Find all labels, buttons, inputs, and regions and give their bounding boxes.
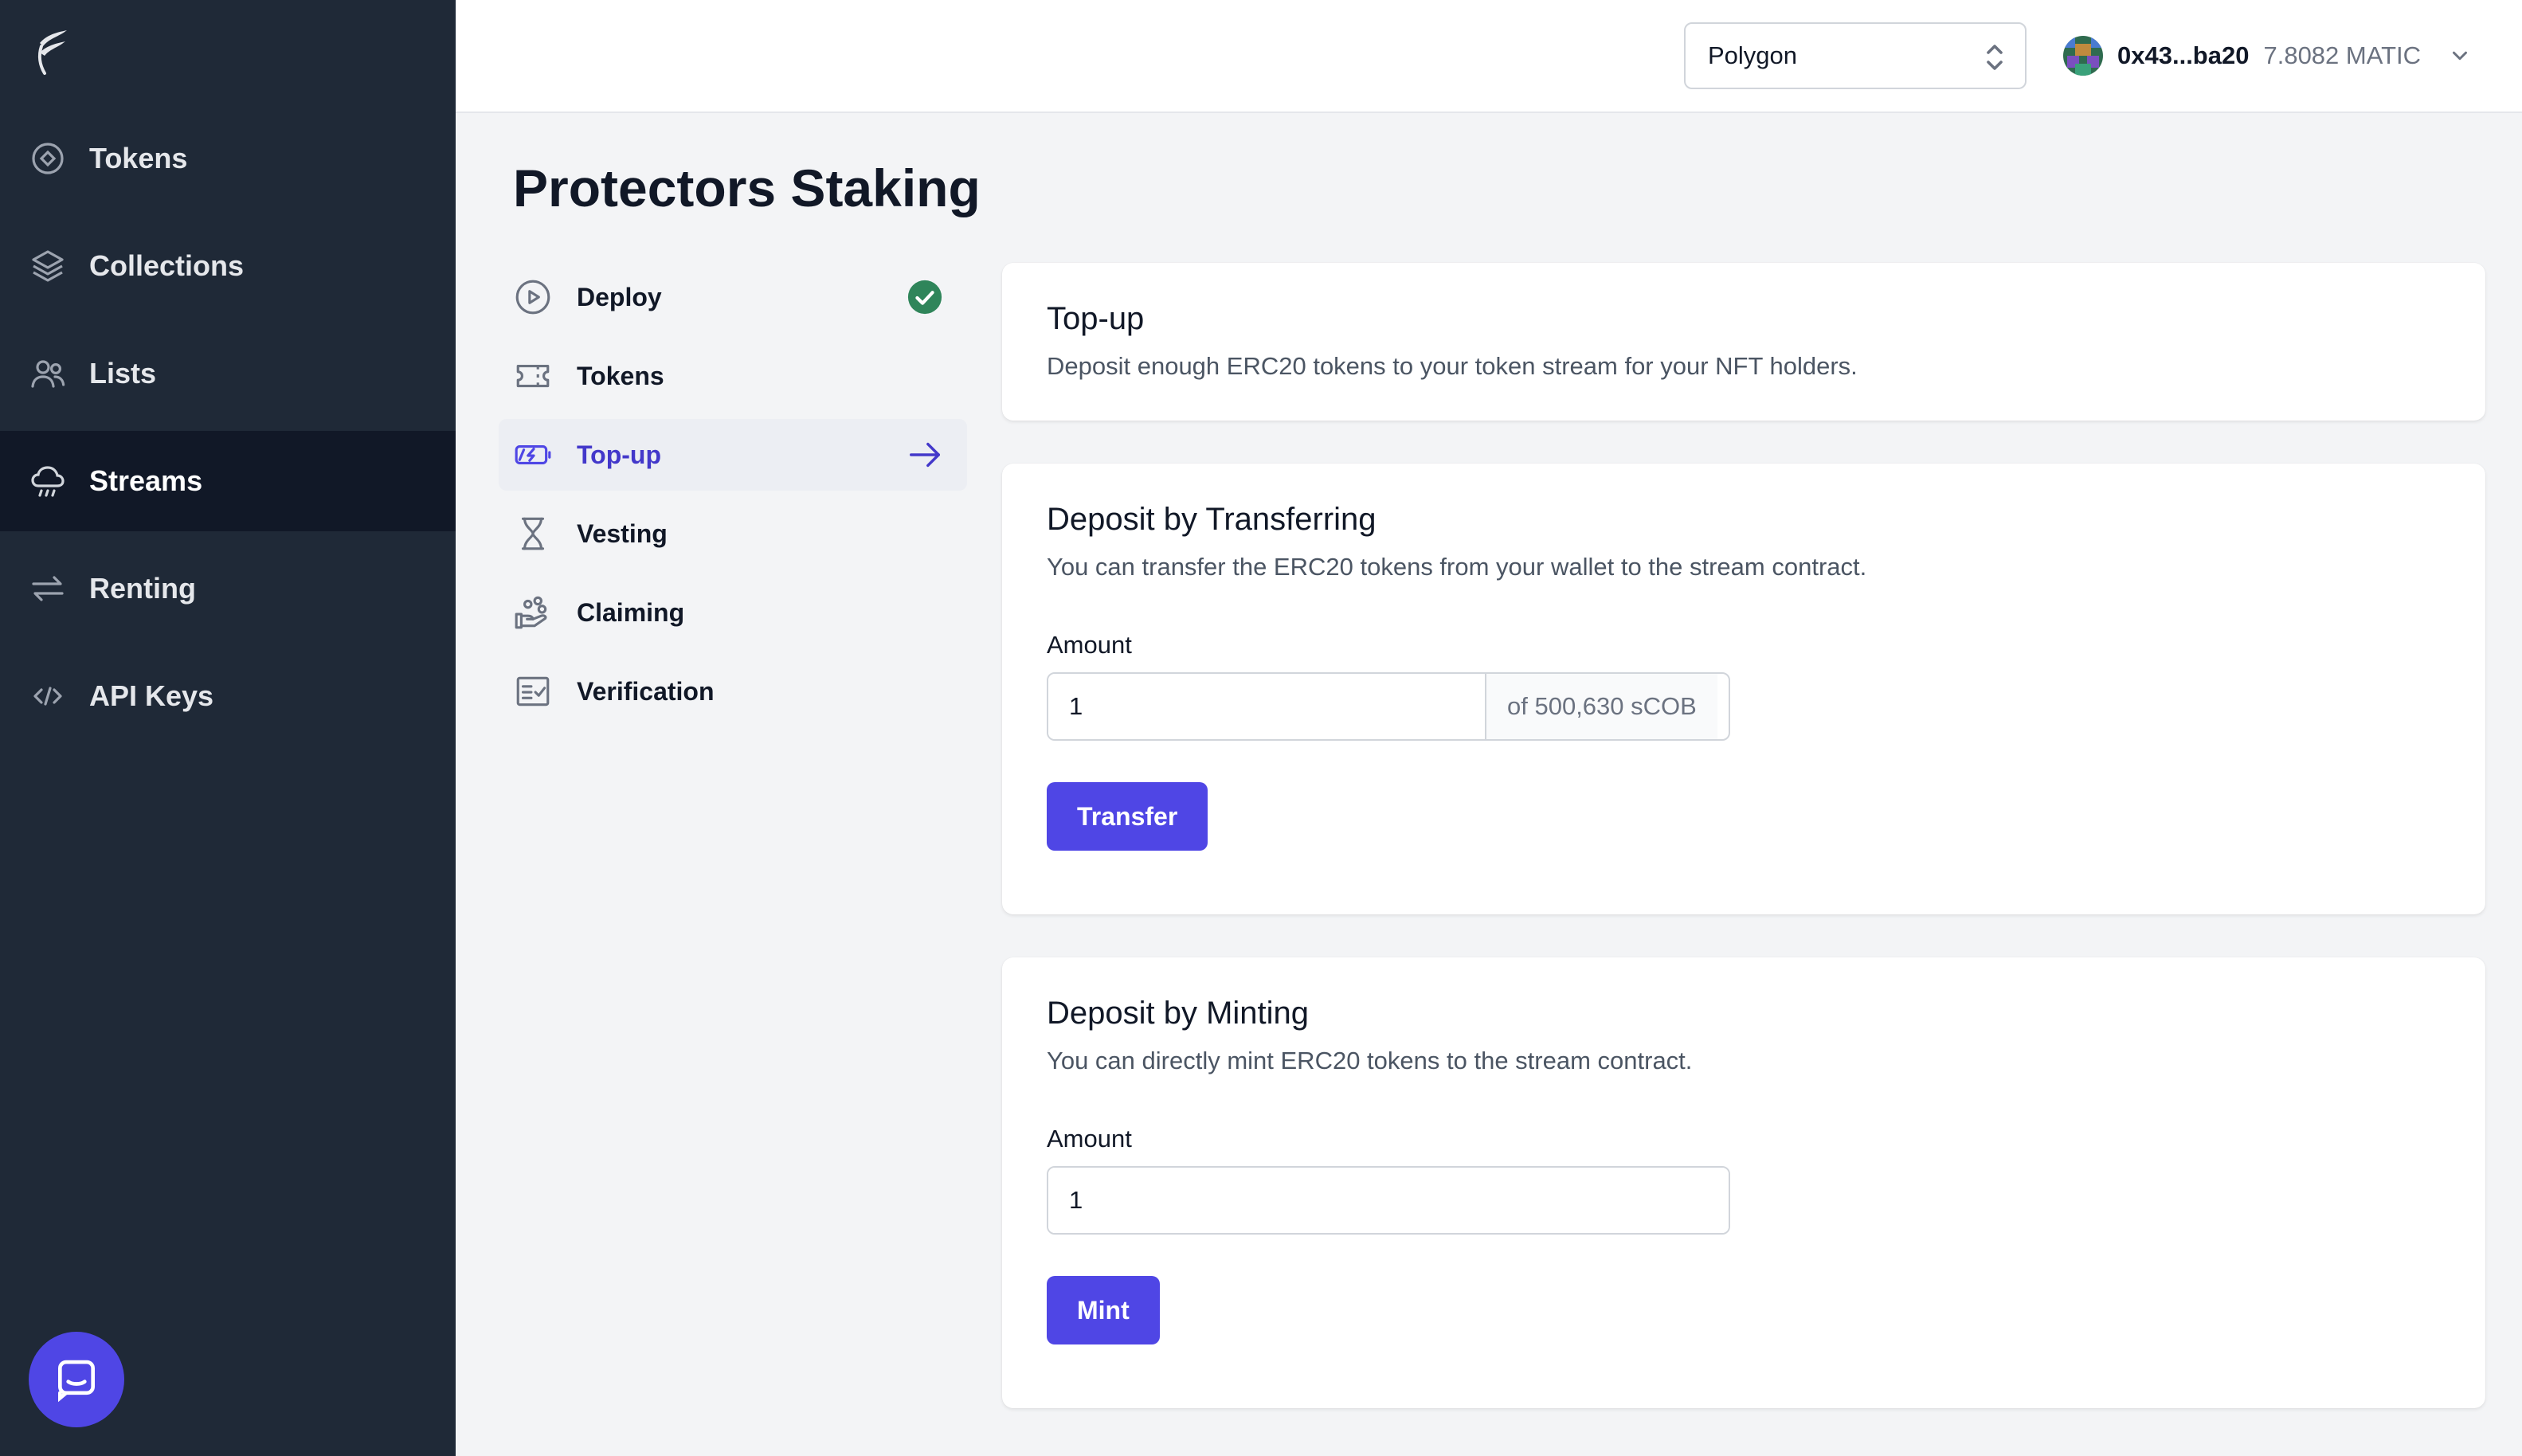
- sidebar-item-label: Lists: [89, 357, 157, 389]
- checklist-icon: [513, 671, 553, 711]
- wallet-balance: 7.8082 MATIC: [2263, 41, 2422, 69]
- mint-amount-group: [1047, 1166, 1730, 1235]
- sidebar-item-tokens[interactable]: Tokens: [0, 108, 456, 209]
- sidebar-item-label: API Keys: [89, 679, 214, 712]
- mint-amount-label: Amount: [1047, 1125, 1132, 1153]
- topbar: Polygon 0x43...ba20 7.8082 MATIC: [456, 0, 2522, 113]
- step-deploy[interactable]: Deploy: [499, 261, 967, 333]
- battery-charge-icon: [513, 435, 553, 475]
- sidebar-item-label: Tokens: [89, 142, 188, 174]
- topup-card: Top-up Deposit enough ERC20 tokens to yo…: [1002, 263, 2485, 421]
- arrows-swap-icon: [29, 569, 67, 608]
- transfer-amount-input[interactable]: [1048, 674, 1485, 739]
- step-claiming[interactable]: Claiming: [499, 577, 967, 648]
- code-icon: [29, 677, 67, 715]
- hand-coins-icon: [513, 593, 553, 632]
- step-label: Deploy: [577, 282, 662, 311]
- step-label: Verification: [577, 676, 715, 706]
- mint-amount-input[interactable]: [1048, 1168, 1729, 1233]
- page-title: Protectors Staking: [513, 159, 981, 217]
- hourglass-icon: [513, 514, 553, 554]
- step-vesting[interactable]: Vesting: [499, 498, 967, 569]
- transfer-amount-group: of 500,630 sCOB: [1047, 672, 1730, 741]
- transfer-description: You can transfer the ERC20 tokens from y…: [1047, 553, 1867, 581]
- step-label: Top-up: [577, 440, 662, 469]
- mint-description: You can directly mint ERC20 tokens to th…: [1047, 1047, 1693, 1074]
- sidebar: Tokens Collections Lists Streams Renting: [0, 0, 456, 1456]
- chevron-down-icon: [2453, 51, 2468, 61]
- step-top-up[interactable]: Top-up: [499, 419, 967, 491]
- topup-title: Top-up: [1047, 301, 1145, 336]
- mint-card: Deposit by Minting You can directly mint…: [1002, 957, 2485, 1408]
- arrow-right-icon: [910, 442, 940, 468]
- token-icon: [29, 139, 67, 178]
- token-balance-addon: of 500,630 sCOB: [1485, 674, 1717, 739]
- sidebar-item-streams[interactable]: Streams: [0, 431, 456, 531]
- sidebar-item-label: Streams: [89, 464, 203, 497]
- sidebar-item-collections[interactable]: Collections: [0, 216, 456, 316]
- steps-nav: Deploy Tokens Top-up Vesting Claiming Ve…: [499, 261, 967, 734]
- users-icon: [29, 354, 67, 393]
- transfer-button[interactable]: Transfer: [1047, 782, 1208, 851]
- wallet-address: 0x43...ba20: [2117, 41, 2250, 69]
- app-logo[interactable]: [32, 27, 73, 78]
- support-chat-button[interactable]: [29, 1332, 124, 1427]
- layers-icon: [29, 247, 67, 285]
- sidebar-item-renting[interactable]: Renting: [0, 538, 456, 639]
- step-label: Claiming: [577, 597, 685, 627]
- transfer-amount-label: Amount: [1047, 631, 1132, 659]
- chevron-up-down-icon: [1987, 45, 2003, 70]
- transfer-card: Deposit by Transferring You can transfer…: [1002, 464, 2485, 914]
- mint-title: Deposit by Minting: [1047, 996, 1310, 1031]
- wallet-avatar: [2063, 36, 2103, 76]
- step-label: Tokens: [577, 361, 664, 390]
- network-select[interactable]: Polygon: [1684, 22, 2027, 89]
- sidebar-item-label: Renting: [89, 572, 196, 605]
- wallet-menu[interactable]: 0x43...ba20 7.8082 MATIC: [2063, 33, 2472, 78]
- topup-description: Deposit enough ERC20 tokens to your toke…: [1047, 352, 1858, 380]
- network-select-value: Polygon: [1708, 41, 1798, 69]
- step-label: Vesting: [577, 519, 668, 548]
- step-verification[interactable]: Verification: [499, 656, 967, 727]
- sidebar-item-label: Collections: [89, 249, 245, 282]
- mint-button[interactable]: Mint: [1047, 1276, 1160, 1344]
- ticket-icon: [513, 356, 553, 396]
- sidebar-item-lists[interactable]: Lists: [0, 323, 456, 424]
- play-circle-icon: [513, 277, 553, 317]
- sidebar-item-api-keys[interactable]: API Keys: [0, 646, 456, 746]
- step-tokens[interactable]: Tokens: [499, 340, 967, 412]
- cloud-rain-icon: [29, 462, 67, 500]
- chat-icon: [58, 1360, 95, 1403]
- sidebar-nav: Tokens Collections Lists Streams Renting: [0, 108, 456, 753]
- check-circle-icon: [907, 280, 942, 315]
- transfer-title: Deposit by Transferring: [1047, 502, 1377, 537]
